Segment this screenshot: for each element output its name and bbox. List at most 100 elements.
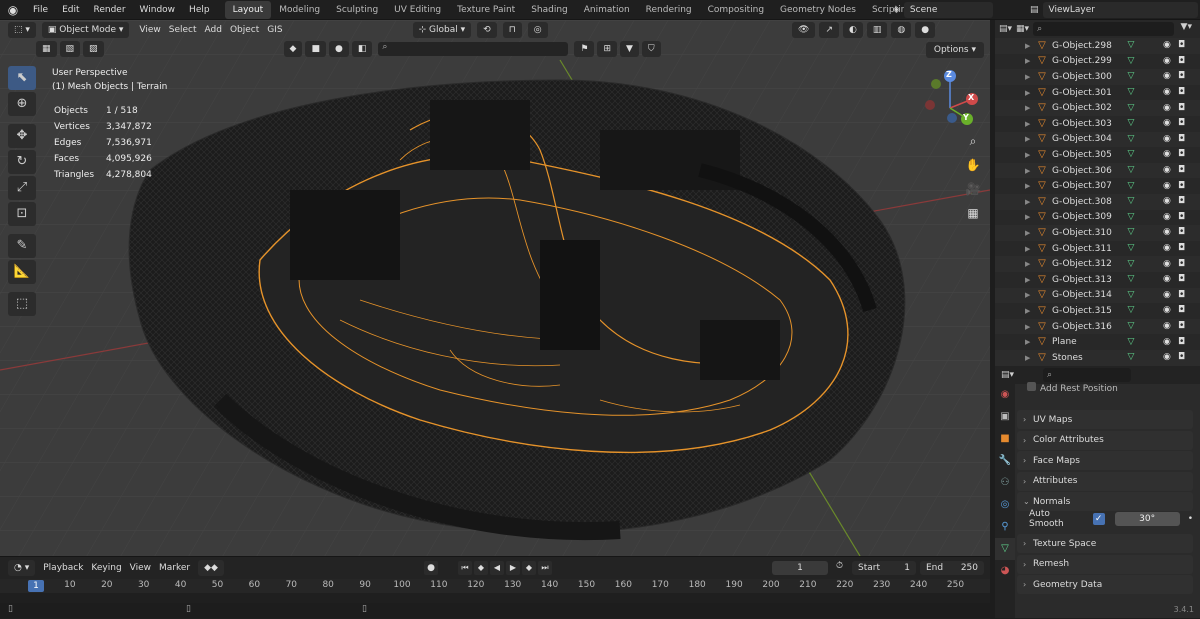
expand-arrow-icon[interactable]: ▶ — [1025, 213, 1035, 221]
mesh-data-icon[interactable]: ▽ — [1124, 41, 1138, 50]
keyframe-dot-icon[interactable]: • — [1188, 514, 1193, 524]
mesh-data-tab-icon[interactable]: ▽ — [995, 538, 1015, 560]
hierarchy-icon[interactable]: ⊞ — [597, 41, 617, 57]
eye-icon[interactable]: ◉ — [1163, 290, 1171, 300]
outliner-row[interactable]: ▶ ▽ G-Object.314 ▽ ◉ ◘ — [995, 287, 1200, 304]
render-camera-icon[interactable]: ◘ — [1178, 244, 1185, 253]
select-box-icon[interactable]: ▦ — [36, 41, 57, 57]
shading-wire-icon[interactable]: ◍ — [891, 22, 912, 38]
filter-icon[interactable]: ▼ — [619, 41, 639, 57]
render-camera-icon[interactable]: ◘ — [1178, 150, 1185, 159]
current-frame-field[interactable]: 1 — [772, 561, 828, 575]
object-filter-icon[interactable]: ◆ — [283, 41, 303, 57]
panel-uv-maps[interactable]: › UV Maps — [1017, 410, 1193, 429]
outliner-row[interactable]: ▶ ▽ G-Object.306 ▽ ◉ ◘ — [995, 162, 1200, 179]
transform-tool-icon[interactable]: ⊡ — [8, 202, 36, 226]
start-frame-field[interactable]: Start 1 — [852, 561, 916, 575]
expand-arrow-icon[interactable]: ▶ — [1025, 276, 1035, 284]
mesh-data-icon[interactable]: ▽ — [1124, 212, 1138, 222]
eye-icon[interactable]: ◉ — [1163, 41, 1171, 50]
bookmark-icon[interactable]: ⚑ — [574, 41, 595, 57]
mesh-data-icon[interactable]: ▽ — [1124, 134, 1138, 144]
mesh-data-icon[interactable]: ▽ — [1124, 244, 1138, 253]
keyframe-icon[interactable]: ◆◆ — [198, 560, 224, 576]
eye-icon[interactable]: ◉ — [1163, 259, 1171, 269]
tab-layout[interactable]: Layout — [224, 0, 272, 19]
properties-search-field[interactable]: ⌕ — [1043, 368, 1131, 382]
orientation-selector[interactable]: ⊹ Global ▾ — [412, 22, 472, 38]
jump-start-icon[interactable]: ⏮ — [458, 561, 472, 575]
expand-arrow-icon[interactable]: ▶ — [1025, 229, 1035, 237]
mesh-data-icon[interactable]: ▽ — [1124, 290, 1138, 300]
editor-type-button[interactable]: ⬚ ▾ — [8, 22, 36, 38]
mesh-data-icon[interactable]: ▽ — [1124, 103, 1138, 113]
outliner-row[interactable]: ▶ ▽ G-Object.299 ▽ ◉ ◘ — [995, 54, 1200, 70]
mesh-data-icon[interactable]: ▽ — [1124, 119, 1138, 128]
eye-icon[interactable]: ◉ — [1163, 244, 1171, 253]
frame-ruler[interactable]: 10 20 30 40 50 60 70 80 90 100 110 120 130 140 150 160 1… — [0, 579, 990, 593]
timeline-menu-marker[interactable]: Marker — [159, 563, 190, 573]
outliner-row[interactable]: ▶ ▽ G-Object.300 ▽ ◉ ◘ — [995, 69, 1200, 85]
eye-icon[interactable]: ◉ — [1163, 88, 1171, 97]
gizmo-toggle-icon[interactable]: ↗ — [819, 22, 839, 38]
ortho-grid-icon[interactable]: ▦ — [962, 202, 984, 224]
annotate-tool-icon[interactable]: ✎ — [8, 234, 36, 258]
select-tool-icon[interactable]: ⬉ — [8, 66, 36, 90]
outliner-row[interactable]: ▶ ▽ G-Object.310 ▽ ◉ ◘ — [995, 225, 1200, 241]
menu-file[interactable]: File — [26, 5, 55, 15]
viewport-menu-select[interactable]: Select — [165, 25, 201, 35]
measure-tool-icon[interactable]: 📐 — [8, 260, 36, 284]
render-camera-icon[interactable]: ◘ — [1178, 353, 1185, 362]
outliner-row[interactable]: ▶ ▽ G-Object.298 ▽ ◉ ◘ — [995, 38, 1200, 54]
expand-arrow-icon[interactable]: ▶ — [1025, 260, 1035, 268]
mesh-data-icon[interactable]: ▽ — [1124, 322, 1138, 331]
expand-arrow-icon[interactable]: ▶ — [1025, 120, 1035, 128]
panel-geometry-data[interactable]: › Geometry Data — [1017, 575, 1193, 595]
playhead[interactable]: 1 — [28, 580, 44, 592]
render-camera-icon[interactable]: ◘ — [1178, 197, 1185, 206]
scene-name-field[interactable]: Scene — [903, 2, 993, 18]
expand-arrow-icon[interactable]: ▶ — [1025, 104, 1035, 112]
select-extend-icon[interactable]: ▧ — [59, 41, 81, 57]
cursor-tool-icon[interactable]: ⊕ — [8, 92, 36, 116]
view-layer-name-field[interactable]: ViewLayer — [1042, 2, 1198, 18]
end-frame-field[interactable]: End 250 — [920, 561, 984, 575]
render-camera-icon[interactable]: ◘ — [1178, 72, 1185, 81]
add-rest-position-row[interactable]: Add Rest Position — [1027, 382, 1118, 394]
next-keyframe-icon[interactable]: ◆ — [522, 561, 536, 575]
render-camera-icon[interactable]: ◘ — [1178, 166, 1185, 175]
mesh-data-icon[interactable]: ▽ — [1124, 150, 1138, 159]
play-reverse-icon[interactable]: ◀ — [490, 561, 504, 575]
viewport-menu-object[interactable]: Object — [226, 25, 263, 35]
render-camera-icon[interactable]: ◘ — [1178, 212, 1185, 222]
panel-texture-space[interactable]: › Texture Space — [1017, 534, 1193, 553]
display-mode-icon[interactable]: ▦▾ — [1016, 24, 1029, 34]
auto-smooth-checkbox[interactable]: ✓ — [1092, 513, 1105, 525]
scene-selector[interactable]: ◈ Scene — [893, 2, 993, 18]
outliner-row[interactable]: ▶ ▽ G-Object.316 ▽ ◉ ◘ — [995, 318, 1200, 335]
visibility-icon[interactable]: 👁 — [792, 22, 816, 38]
tab-rendering[interactable]: Rendering — [638, 1, 700, 19]
outliner-row[interactable]: ▶ ▽ G-Object.312 ▽ ◉ ◘ — [995, 256, 1200, 272]
constraints-tab-icon[interactable]: ⚲ — [995, 516, 1015, 538]
mesh-data-icon[interactable]: ▽ — [1124, 56, 1138, 66]
collection-tab-icon[interactable]: ▣ — [995, 406, 1015, 428]
scale-tool-icon[interactable]: ⤢ — [8, 176, 36, 200]
outliner-row[interactable]: ▶ ▽ G-Object.307 ▽ ◉ ◘ — [995, 178, 1200, 194]
panel-face-maps[interactable]: › Face Maps — [1017, 451, 1193, 471]
eye-icon[interactable]: ◉ — [1163, 134, 1171, 144]
view-layer-selector[interactable]: ▤ ViewLayer — [1030, 2, 1198, 18]
play-icon[interactable]: ▶ — [506, 561, 520, 575]
eye-icon[interactable]: ◉ — [1163, 56, 1171, 66]
render-camera-icon[interactable]: ◘ — [1178, 103, 1185, 113]
eye-icon[interactable]: ◉ — [1163, 275, 1171, 284]
gizmo-x-label[interactable]: X — [968, 93, 974, 102]
eye-icon[interactable]: ◉ — [1163, 166, 1171, 175]
render-camera-icon[interactable]: ◘ — [1178, 259, 1185, 269]
shading-solid-icon[interactable]: ● — [915, 22, 936, 38]
outliner-row[interactable]: ▶ ▽ Stones ▽ ◉ ◘ — [995, 350, 1200, 366]
mode-selector[interactable]: ▣ Object Mode ▾ — [41, 22, 130, 38]
physics-tab-icon[interactable]: ◎ — [995, 494, 1015, 516]
tab-animation[interactable]: Animation — [576, 1, 638, 19]
proportional-edit-icon[interactable]: ◎ — [527, 22, 548, 38]
